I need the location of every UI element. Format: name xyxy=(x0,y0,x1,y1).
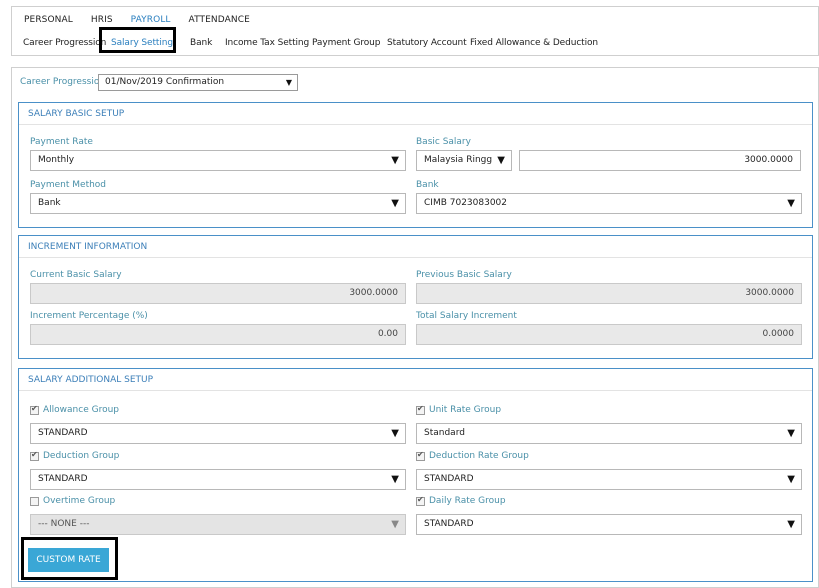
total-salary-increment-field: 0.0000 xyxy=(416,324,802,345)
chevron-down-icon: ▼ xyxy=(787,474,795,485)
salary-additional-setup-section: SALARY ADDITIONAL SETUP Allowance Group … xyxy=(18,368,813,582)
payment-method-label: Payment Method xyxy=(30,180,107,190)
section-divider xyxy=(19,390,812,391)
daily-rate-group-checkbox[interactable] xyxy=(416,495,425,506)
chevron-down-icon: ▼ xyxy=(787,519,795,530)
chevron-down-icon: ▼ xyxy=(391,428,399,439)
allowance-group-checkbox[interactable] xyxy=(30,404,39,415)
section-title: SALARY BASIC SETUP xyxy=(28,109,125,119)
chevron-down-icon: ▼ xyxy=(391,198,399,209)
section-title: INCREMENT INFORMATION xyxy=(28,242,148,252)
daily-rate-group-value: STANDARD xyxy=(424,519,474,529)
deduction-rate-group-checkbox[interactable] xyxy=(416,450,425,461)
overtime-group-select: --- NONE --- ▼ xyxy=(30,514,406,535)
tab-hris[interactable]: HRIS xyxy=(91,15,113,27)
section-title: SALARY ADDITIONAL SETUP xyxy=(28,375,154,385)
unit-rate-group-value: Standard xyxy=(424,428,465,438)
deduction-group-value: STANDARD xyxy=(38,474,88,484)
subtab-fixed-allowance-deduction[interactable]: Fixed Allowance & Deduction xyxy=(470,38,598,48)
increment-percentage-field: 0.00 xyxy=(30,324,406,345)
custom-rate-button[interactable]: CUSTOM RATE xyxy=(28,548,109,572)
payment-rate-value: Monthly xyxy=(38,155,75,165)
career-progression-label: Career Progression: xyxy=(20,77,109,87)
allowance-group-select[interactable]: STANDARD ▼ xyxy=(30,423,406,444)
increment-percentage-value: 0.00 xyxy=(377,329,398,339)
total-salary-increment-value: 0.0000 xyxy=(762,329,795,339)
deduction-rate-group-value: STANDARD xyxy=(424,474,474,484)
chevron-down-icon: ▼ xyxy=(391,155,399,166)
unit-rate-group-select[interactable]: Standard ▼ xyxy=(416,423,802,444)
chevron-down-icon: ▼ xyxy=(787,198,795,209)
deduction-group-checkbox[interactable] xyxy=(30,450,39,461)
basic-salary-input[interactable]: 3000.0000 xyxy=(519,150,801,171)
daily-rate-group-select[interactable]: STANDARD ▼ xyxy=(416,514,802,535)
unit-rate-group-checkbox[interactable] xyxy=(416,404,425,415)
overtime-group-value: --- NONE --- xyxy=(38,519,90,529)
section-divider xyxy=(19,257,812,258)
chevron-down-icon: ▼ xyxy=(285,78,292,87)
deduction-rate-group-label: Deduction Rate Group xyxy=(429,451,529,461)
payment-method-value: Bank xyxy=(38,198,61,208)
currency-value: Malaysia Ringg xyxy=(424,155,493,165)
section-divider xyxy=(19,124,812,125)
overtime-group-checkbox[interactable] xyxy=(30,497,39,506)
chevron-down-icon: ▼ xyxy=(391,474,399,485)
bank-select[interactable]: CIMB 7023083002 ▼ xyxy=(416,193,802,214)
previous-basic-salary-field: 3000.0000 xyxy=(416,283,802,304)
chevron-down-icon: ▼ xyxy=(391,519,399,530)
unit-rate-group-label: Unit Rate Group xyxy=(429,405,502,415)
subtab-career-progression[interactable]: Career Progression xyxy=(23,38,106,48)
payment-rate-label: Payment Rate xyxy=(30,137,93,147)
career-progression-value: 01/Nov/2019 Confirmation xyxy=(105,77,225,87)
tab-payroll[interactable]: PAYROLL xyxy=(131,15,171,27)
basic-salary-value: 3000.0000 xyxy=(744,155,793,165)
subtab-bank[interactable]: Bank xyxy=(190,38,212,48)
subtab-payment-group[interactable]: Payment Group xyxy=(312,38,380,48)
increment-information-section: INCREMENT INFORMATION Current Basic Sala… xyxy=(18,235,813,359)
subtab-income-tax-setting[interactable]: Income Tax Setting xyxy=(225,38,309,48)
currency-select[interactable]: Malaysia Ringg ▼ xyxy=(416,150,512,171)
salary-setting-panel: Career Progression: 01/Nov/2019 Confirma… xyxy=(11,67,819,588)
overtime-group-label: Overtime Group xyxy=(43,496,116,506)
allowance-group-label: Allowance Group xyxy=(43,405,119,415)
subtab-statutory-account[interactable]: Statutory Account xyxy=(387,38,467,48)
chevron-down-icon: ▼ xyxy=(787,428,795,439)
bank-value: CIMB 7023083002 xyxy=(424,198,507,208)
previous-basic-salary-label: Previous Basic Salary xyxy=(416,270,512,280)
top-navigation: PERSONAL HRIS PAYROLL ATTENDANCE Career … xyxy=(11,6,819,56)
current-basic-salary-value: 3000.0000 xyxy=(349,288,398,298)
payment-rate-select[interactable]: Monthly ▼ xyxy=(30,150,406,171)
payment-method-select[interactable]: Bank ▼ xyxy=(30,193,406,214)
total-salary-increment-label: Total Salary Increment xyxy=(416,311,517,321)
module-tabs: PERSONAL HRIS PAYROLL ATTENDANCE xyxy=(24,15,268,27)
deduction-rate-group-select[interactable]: STANDARD ▼ xyxy=(416,469,802,490)
daily-rate-group-label: Daily Rate Group xyxy=(429,496,506,506)
basic-salary-label: Basic Salary xyxy=(416,137,471,147)
tab-attendance[interactable]: ATTENDANCE xyxy=(189,15,250,27)
deduction-group-select[interactable]: STANDARD ▼ xyxy=(30,469,406,490)
increment-percentage-label: Increment Percentage (%) xyxy=(30,311,148,321)
current-basic-salary-label: Current Basic Salary xyxy=(30,270,122,280)
tab-personal[interactable]: PERSONAL xyxy=(24,15,73,27)
chevron-down-icon: ▼ xyxy=(497,155,505,166)
allowance-group-value: STANDARD xyxy=(38,428,88,438)
previous-basic-salary-value: 3000.0000 xyxy=(745,288,794,298)
current-basic-salary-field: 3000.0000 xyxy=(30,283,406,304)
salary-basic-setup-section: SALARY BASIC SETUP Payment Rate Monthly … xyxy=(18,102,813,228)
deduction-group-label: Deduction Group xyxy=(43,451,120,461)
career-progression-select[interactable]: 01/Nov/2019 Confirmation ▼ xyxy=(98,74,298,91)
bank-label: Bank xyxy=(416,180,439,190)
salary-setting-highlight xyxy=(99,27,176,53)
